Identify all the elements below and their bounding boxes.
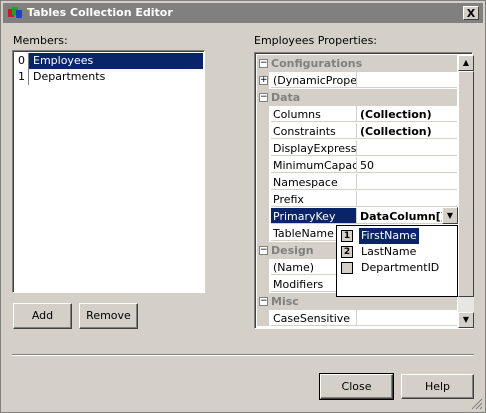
title-bar[interactable]: Tables Collection Editor X — [3, 3, 483, 23]
property-grid-scrollbar[interactable]: ▲ ▼ — [458, 55, 474, 328]
member-item-employees[interactable]: 0 Employees — [15, 53, 203, 69]
scroll-up-button[interactable]: ▲ — [458, 55, 474, 71]
property-value[interactable]: (Collection) — [357, 106, 457, 122]
help-button[interactable]: Help — [401, 374, 474, 399]
category-label: Configurations — [271, 57, 363, 70]
member-index: 1 — [15, 69, 29, 85]
down-arrow-icon: ▼ — [446, 211, 454, 220]
property-row-casesensitive[interactable]: CaseSensitive — [257, 310, 457, 327]
primary-key-dropdown-button[interactable]: ▼ — [442, 207, 458, 224]
property-name[interactable]: Prefix — [271, 191, 357, 207]
up-arrow-icon: ▲ — [462, 58, 470, 67]
property-row-prefix[interactable]: Prefix — [257, 191, 457, 208]
column-checkbox[interactable]: 2 — [341, 246, 353, 258]
property-value[interactable] — [357, 72, 457, 88]
members-list[interactable]: 0 Employees 1 Departments — [12, 50, 205, 293]
member-item-departments[interactable]: 1 Departments — [15, 69, 203, 85]
column-name: DepartmentID — [361, 261, 440, 274]
category-configurations[interactable]: − Configurations — [257, 55, 457, 72]
property-row-constraints[interactable]: Constraints (Collection) — [257, 123, 457, 140]
property-value[interactable] — [357, 310, 457, 326]
scroll-thumb[interactable] — [458, 71, 474, 297]
column-option-firstname[interactable]: 1 FirstName — [339, 228, 455, 244]
close-button[interactable]: Close — [319, 373, 394, 400]
members-label: Members: — [13, 34, 68, 47]
resize-grip-icon[interactable] — [471, 398, 483, 410]
column-name: LastName — [361, 245, 417, 258]
remove-button[interactable]: Remove — [79, 303, 138, 329]
properties-label: Employees Properties: — [254, 34, 378, 47]
collection-editor-icon — [8, 7, 22, 18]
column-option-lastname[interactable]: 2 LastName — [339, 244, 455, 260]
column-option-departmentid[interactable]: DepartmentID — [339, 260, 455, 276]
property-value[interactable] — [357, 174, 457, 190]
property-name[interactable]: Namespace — [271, 174, 357, 190]
scroll-down-button[interactable]: ▼ — [458, 312, 474, 328]
category-label: Design — [271, 244, 314, 257]
property-name[interactable]: Columns — [271, 106, 357, 122]
property-value[interactable] — [357, 191, 457, 207]
property-name[interactable]: CaseSensitive — [271, 310, 357, 326]
window-title: Tables Collection Editor — [27, 6, 173, 19]
property-name[interactable]: (DynamicPropertie — [271, 72, 357, 88]
collapse-icon[interactable]: − — [259, 93, 268, 102]
property-value[interactable]: (Collection) — [357, 123, 457, 139]
property-value[interactable] — [357, 140, 457, 156]
property-row-minimumcapacity[interactable]: MinimumCapacity50 — [257, 157, 457, 174]
collapse-icon[interactable]: − — [259, 246, 268, 255]
column-checkbox[interactable] — [341, 262, 353, 274]
member-name: Departments — [33, 70, 106, 83]
member-index: 0 — [15, 53, 29, 69]
collapse-icon[interactable]: − — [259, 59, 268, 68]
primary-key-dropdown[interactable]: 1 FirstName 2 LastName DepartmentID — [336, 225, 458, 297]
member-name: Employees — [33, 54, 94, 67]
property-row-namespace[interactable]: Namespace — [257, 174, 457, 191]
category-data[interactable]: − Data — [257, 89, 457, 106]
property-row-columns[interactable]: Columns (Collection) — [257, 106, 457, 123]
close-window-button[interactable]: X — [463, 6, 479, 20]
category-label: Data — [271, 91, 301, 104]
separator — [12, 354, 474, 356]
collapse-icon[interactable]: − — [259, 297, 268, 306]
property-row-primarykey[interactable]: PrimaryKey DataColumn[] — [257, 208, 457, 225]
property-row-displayexpression[interactable]: DisplayExpression — [257, 140, 457, 157]
column-name: FirstName — [359, 228, 419, 244]
property-name[interactable]: DisplayExpression — [271, 140, 357, 156]
dialog-window: Tables Collection Editor X Members: 0 Emp… — [0, 0, 486, 413]
property-name[interactable]: PrimaryKey — [271, 208, 357, 224]
down-arrow-icon: ▼ — [462, 315, 470, 324]
property-value[interactable]: 50 — [357, 157, 457, 173]
column-checkbox[interactable]: 1 — [341, 230, 353, 242]
property-name[interactable]: Constraints — [271, 123, 357, 139]
add-button[interactable]: Add — [13, 303, 72, 329]
category-label: Misc — [271, 295, 299, 308]
property-row-dynamicpropertie[interactable]: +(DynamicPropertie — [257, 72, 457, 89]
expand-icon[interactable]: + — [259, 76, 268, 85]
property-name[interactable]: MinimumCapacity — [271, 157, 357, 173]
